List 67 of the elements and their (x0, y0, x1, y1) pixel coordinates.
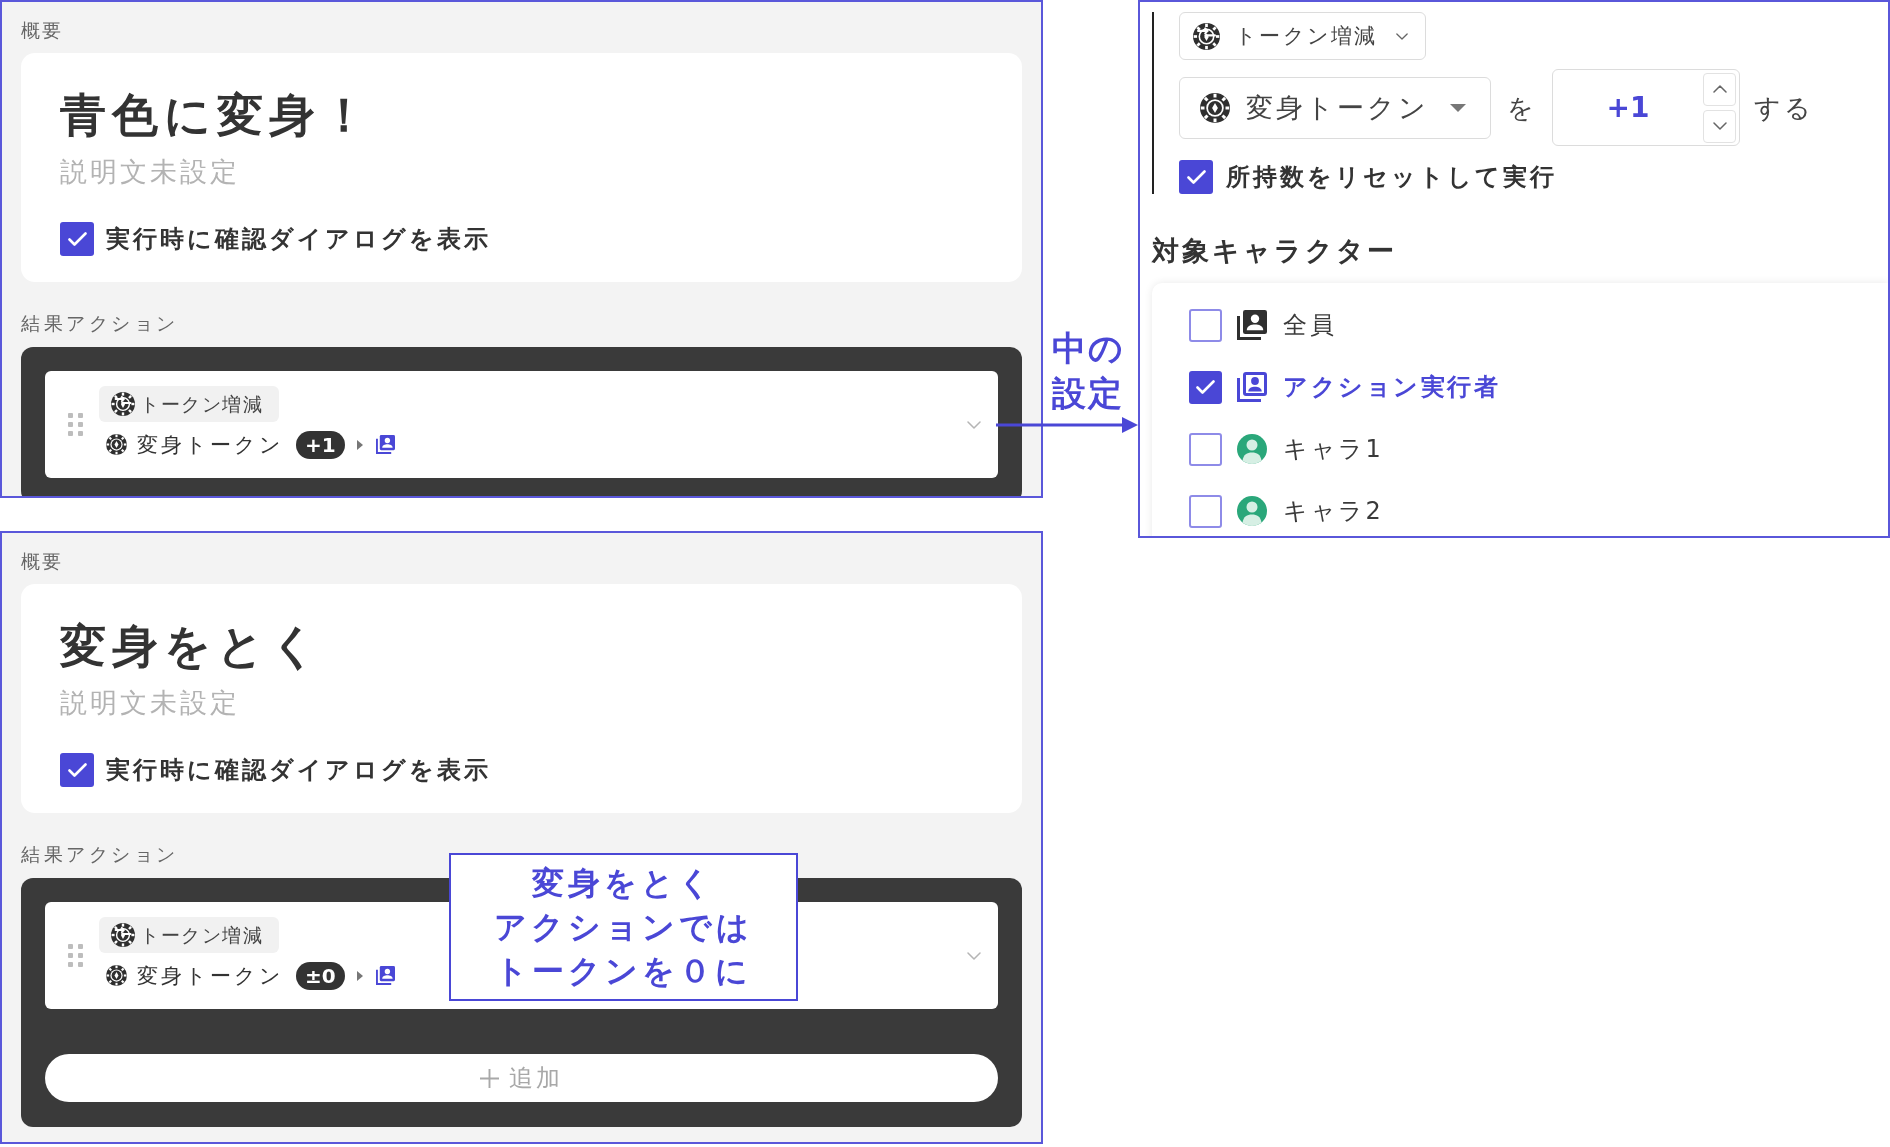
action-type-tag: トークン増減 (99, 916, 279, 953)
connector-text: を (1507, 91, 1534, 125)
portrait-stack-icon (1237, 372, 1267, 402)
drag-handle-icon[interactable] (68, 413, 83, 436)
portrait-stack-icon (1237, 310, 1267, 340)
portrait-stack-icon (375, 435, 395, 454)
target-label: アクション実行者 (1283, 372, 1500, 403)
token-select[interactable]: 変身トークン (1179, 76, 1491, 139)
callout-text: アクションでは (494, 907, 753, 948)
amount-field[interactable]: +1 (1552, 69, 1740, 146)
checkbox-label: 実行時に確認ダイアログを表示 (106, 755, 491, 786)
connector-text: する (1754, 91, 1814, 125)
checkbox[interactable] (1189, 308, 1222, 342)
plus-icon (480, 1068, 499, 1088)
checkbox[interactable] (1189, 370, 1222, 404)
chip-icon (106, 965, 127, 986)
target-label: 全員 (1283, 310, 1336, 341)
token-name: 変身トークン (137, 962, 284, 990)
chip-arrows-icon (1193, 22, 1220, 50)
section-label: 結果アクション (21, 311, 180, 336)
avatar-icon (1237, 496, 1267, 526)
increment-button[interactable] (1703, 72, 1736, 106)
amount-badge: +1 (296, 430, 345, 459)
section-label: 結果アクション (21, 842, 180, 867)
chip-icon (1200, 92, 1230, 123)
target-label: キャラ1 (1283, 434, 1384, 465)
checkbox[interactable] (1179, 160, 1213, 194)
chevron-down-icon (1395, 32, 1408, 40)
avatar-icon (1237, 434, 1267, 464)
chevron-down-icon (1712, 122, 1727, 130)
check-icon (1196, 380, 1215, 394)
chevron-down-icon (967, 420, 981, 429)
chip-arrows-icon (111, 922, 135, 947)
check-icon (67, 763, 87, 777)
check-icon (1186, 170, 1206, 184)
checkbox[interactable] (1189, 432, 1222, 466)
checkbox[interactable] (60, 222, 94, 256)
section-heading: 対象キャラクター (1152, 234, 1398, 268)
drag-handle-icon[interactable] (68, 944, 83, 967)
action-title: 変身をとく (60, 618, 324, 674)
description-text: 説明文未設定 (60, 155, 241, 189)
check-icon (67, 232, 87, 246)
action-title: 青色に変身！ (60, 87, 374, 143)
section-label: 概要 (21, 18, 64, 43)
token-name: 変身トークン (137, 431, 284, 459)
action-type-select[interactable]: トークン増減 (1179, 12, 1426, 60)
caret-right-icon (356, 970, 363, 981)
decrement-button[interactable] (1703, 109, 1736, 143)
checkbox-label: 実行時に確認ダイアログを表示 (106, 224, 491, 255)
checkbox-label: 所持数をリセットして実行 (1226, 162, 1557, 193)
callout-text: 変身をとく (532, 863, 715, 904)
caret-down-icon (1450, 103, 1466, 112)
checkbox[interactable] (1189, 494, 1222, 528)
chip-icon (106, 434, 127, 455)
chevron-down-icon (967, 951, 981, 960)
caret-right-icon (356, 439, 363, 450)
checkbox[interactable] (60, 753, 94, 787)
amount-badge: ±0 (296, 961, 345, 990)
portrait-stack-icon (375, 966, 395, 985)
description-text: 説明文未設定 (60, 686, 241, 720)
chip-arrows-icon (111, 391, 135, 416)
chevron-up-icon (1712, 85, 1727, 93)
action-type-tag: トークン増減 (99, 385, 279, 422)
section-label: 概要 (21, 549, 64, 574)
annotation-label: 中の設定 (1052, 327, 1126, 415)
target-label: キャラ2 (1283, 496, 1384, 527)
callout-text: トークンを０に (495, 951, 752, 992)
